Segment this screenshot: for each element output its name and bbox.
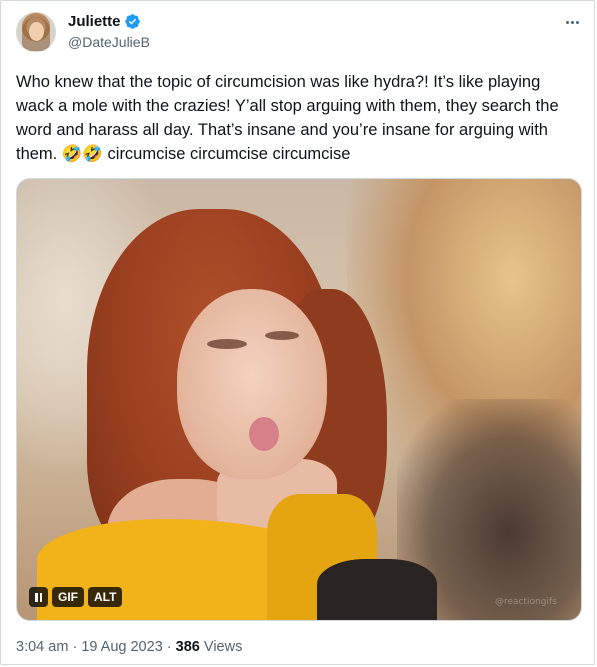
gif-watermark: @reactiongifs bbox=[495, 597, 557, 607]
avatar-face bbox=[29, 22, 44, 41]
gif-badge: GIF bbox=[52, 587, 84, 607]
views-count[interactable]: 386 bbox=[176, 639, 200, 655]
gif-media[interactable]: @reactiongifs GIF ALT bbox=[16, 178, 582, 621]
author-handle[interactable]: @DateJulieB bbox=[68, 33, 150, 51]
tweet-meta: 3:04 am · 19 Aug 2023 · 386 Views bbox=[16, 637, 242, 657]
more-dot bbox=[570, 20, 574, 24]
avatar[interactable] bbox=[16, 12, 56, 52]
views-label[interactable]: Views bbox=[204, 639, 242, 655]
tweet-text: Who knew that the topic of circumcision … bbox=[16, 73, 564, 163]
more-dot bbox=[565, 20, 569, 24]
meta-separator: · bbox=[72, 639, 78, 655]
more-dot bbox=[575, 20, 579, 24]
tweet-time[interactable]: 3:04 am bbox=[16, 639, 68, 655]
media-badges: GIF ALT bbox=[29, 587, 123, 607]
woman-eye-right bbox=[265, 331, 299, 340]
woman-eye-left bbox=[207, 339, 247, 349]
pause-icon bbox=[35, 587, 42, 607]
author-name[interactable]: Juliette bbox=[68, 12, 121, 32]
pause-gif-button[interactable] bbox=[29, 587, 48, 607]
woman-face bbox=[177, 289, 327, 479]
woman-tongue bbox=[249, 417, 279, 451]
more-horizontal-icon[interactable] bbox=[562, 12, 582, 32]
meta-separator: · bbox=[166, 639, 172, 655]
verified-badge-icon[interactable] bbox=[124, 13, 141, 30]
alt-text-button[interactable]: ALT bbox=[88, 587, 123, 607]
tweet-date[interactable]: 19 Aug 2023 bbox=[81, 639, 162, 655]
dark-sleeve bbox=[317, 559, 437, 620]
